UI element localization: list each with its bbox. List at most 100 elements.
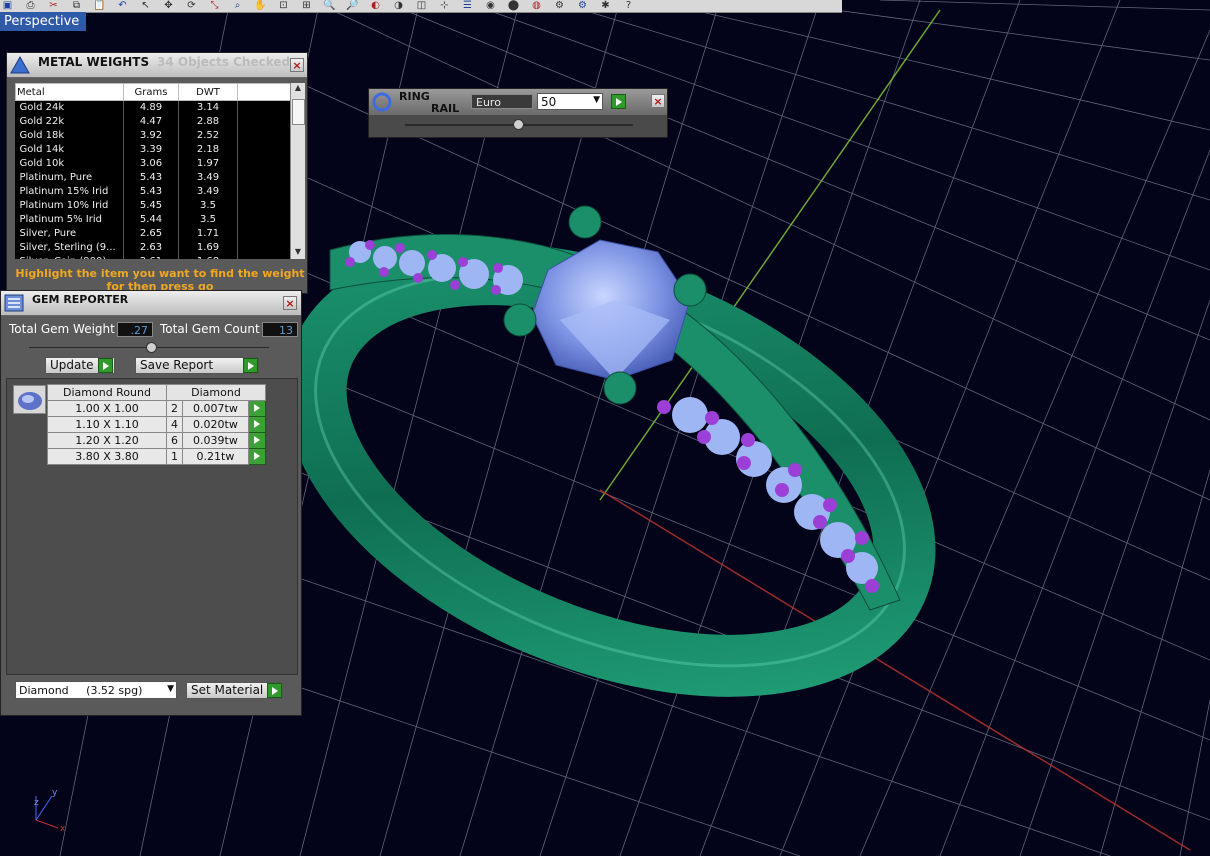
- metal-row[interactable]: Gold 14k 3.39 2.18: [15, 142, 291, 157]
- metal-row[interactable]: Platinum, Pure 5.43 3.49: [15, 170, 291, 185]
- paste-icon[interactable]: 📋: [92, 0, 107, 12]
- column-header-metal[interactable]: Metal: [15, 83, 124, 101]
- sphere-icon[interactable]: ⬤: [506, 0, 521, 12]
- set-material-go-button[interactable]: [267, 683, 282, 698]
- ring-rail-slider[interactable]: [405, 119, 633, 130]
- metal-weights-panel: METAL WEIGHTS 34 Objects Checked × Metal…: [6, 52, 308, 294]
- save-report-button[interactable]: Save Report: [135, 357, 259, 374]
- ring-rail-close-button[interactable]: ×: [651, 94, 665, 108]
- gem-reporter-titlebar[interactable]: GEM REPORTER ×: [1, 291, 301, 316]
- gem-size-cell: 3.80 X 3.80: [47, 448, 167, 465]
- copy-icon[interactable]: ⧉: [69, 0, 84, 12]
- update-go-button[interactable]: [98, 358, 113, 373]
- metal-row[interactable]: Gold 22k 4.47 2.88: [15, 114, 291, 129]
- material-select[interactable]: Diamond (3.52 spg) ▼: [15, 681, 177, 699]
- globe-icon[interactable]: ◍: [529, 0, 544, 12]
- zoom-extents-icon[interactable]: ⊞: [299, 0, 314, 12]
- gem-select-button[interactable]: [248, 416, 266, 433]
- metal-row[interactable]: Silver, Pure 2.65 1.71: [15, 226, 291, 241]
- metal-row[interactable]: Gold 24k 4.89 3.14: [15, 100, 291, 115]
- metal-row[interactable]: Platinum 10% Irid 5.45 3.5: [15, 198, 291, 213]
- undo-icon[interactable]: ↶: [115, 0, 130, 12]
- metal-weights-list[interactable]: Metal Grams DWT Gold 24k 4.89 3.14 Gold 22k…: [15, 83, 305, 259]
- metal-cell-grams: 3.39: [123, 142, 179, 157]
- layer-icon[interactable]: ☰: [460, 0, 475, 12]
- gem-reporter-panel: GEM REPORTER × Total Gem Weight .27 Tota…: [0, 290, 302, 716]
- gem-row[interactable]: 1.20 X 1.20 6 0.039tw: [47, 432, 266, 449]
- save-report-go-button[interactable]: [243, 358, 258, 373]
- metal-cell-dwt: 2.88: [178, 114, 238, 129]
- chevron-down-icon: ▼: [593, 95, 600, 105]
- scroll-up-icon[interactable]: ▲: [291, 83, 305, 95]
- gear-icon[interactable]: ⚙: [552, 0, 567, 12]
- gem-reporter-slider-handle[interactable]: [146, 342, 157, 353]
- zoom-window-icon[interactable]: ⊡: [276, 0, 291, 12]
- cog-icon[interactable]: ⚙: [575, 0, 590, 12]
- gem-select-button[interactable]: [248, 448, 266, 465]
- cut-icon[interactable]: ✂: [46, 0, 61, 12]
- material-icon[interactable]: ◉: [483, 0, 498, 12]
- scroll-thumb[interactable]: [292, 99, 305, 125]
- gem-reporter-close-button[interactable]: ×: [283, 296, 297, 310]
- print-icon[interactable]: ⎙: [23, 0, 38, 12]
- rotate-icon[interactable]: ⟳: [184, 0, 199, 12]
- metal-cell-blank: [237, 156, 291, 171]
- ring-model[interactable]: [259, 196, 961, 743]
- metal-cell-metal: Silver, Coin (900): [15, 254, 124, 259]
- metal-weights-scrollbar[interactable]: ▲ ▼: [290, 83, 305, 259]
- metal-cell-blank: [237, 170, 291, 185]
- metal-cell-dwt: 3.49: [178, 170, 238, 185]
- gem-weight-cell: 0.020tw: [181, 416, 250, 433]
- metal-row[interactable]: Gold 18k 3.92 2.52: [15, 128, 291, 143]
- select-icon[interactable]: ↖: [138, 0, 153, 12]
- metal-row[interactable]: Platinum 5% Irid 5.44 3.5: [15, 212, 291, 227]
- metal-weights-close-button[interactable]: ×: [290, 58, 304, 72]
- ring-size-select[interactable]: 50 ▼: [537, 93, 603, 110]
- metal-row[interactable]: Gold 10k 3.06 1.97: [15, 156, 291, 171]
- shade-icon[interactable]: ◑: [391, 0, 406, 12]
- column-header-dwt[interactable]: DWT: [178, 83, 238, 101]
- metal-cell-metal: Platinum 10% Irid: [15, 198, 124, 213]
- search-icon[interactable]: 🔍: [322, 0, 337, 12]
- gem-row[interactable]: 3.80 X 3.80 1 0.21tw: [47, 448, 266, 465]
- metal-cell-blank: [237, 226, 291, 241]
- metal-weights-titlebar[interactable]: METAL WEIGHTS 34 Objects Checked ×: [7, 53, 307, 78]
- gem-column-shape[interactable]: Diamond Round: [47, 384, 167, 401]
- help-icon[interactable]: ?: [621, 0, 636, 12]
- ring-rail-go-button[interactable]: [611, 94, 626, 109]
- gem-select-button[interactable]: [248, 432, 266, 449]
- plugin-icon[interactable]: ✱: [598, 0, 613, 12]
- save-icon[interactable]: ▣: [0, 0, 15, 12]
- render-icon[interactable]: ◐: [368, 0, 383, 12]
- gem-weight-cell: 0.21tw: [181, 448, 250, 465]
- scroll-down-icon[interactable]: ▼: [291, 247, 305, 259]
- gem-select-button[interactable]: [248, 400, 266, 417]
- zoom-icon[interactable]: ⌕: [230, 0, 245, 12]
- size-system-field[interactable]: Euro: [471, 94, 533, 109]
- ring-rail-header[interactable]: RING RAIL Euro 50 ▼ ×: [369, 89, 667, 115]
- pan-icon[interactable]: ✋: [253, 0, 268, 12]
- column-header-grams[interactable]: Grams: [123, 83, 179, 101]
- slider-handle[interactable]: [513, 119, 524, 130]
- metal-row[interactable]: Platinum 15% Irid 5.43 3.49: [15, 184, 291, 199]
- axis-y-label: y: [52, 788, 58, 798]
- metal-cell-blank: [237, 198, 291, 213]
- wireframe-icon[interactable]: ◫: [414, 0, 429, 12]
- gem-row[interactable]: 1.10 X 1.10 4 0.020tw: [47, 416, 266, 433]
- metal-row[interactable]: Silver, Coin (900)2.611.68: [15, 254, 291, 259]
- column-header-blank: [237, 83, 291, 101]
- ring-rail-panel: RING RAIL Euro 50 ▼ ×: [368, 88, 668, 138]
- scale-icon[interactable]: ⤡: [207, 0, 222, 12]
- chevron-down-icon: ▼: [167, 684, 174, 694]
- move-icon[interactable]: ✥: [161, 0, 176, 12]
- magnifier-icon[interactable]: 🔎: [345, 0, 360, 12]
- metal-row[interactable]: Silver, Sterling (9... 2.63 1.69: [15, 240, 291, 255]
- gem-row[interactable]: 1.00 X 1.00 2 0.007tw: [47, 400, 266, 417]
- gem-column-type[interactable]: Diamond: [166, 384, 266, 401]
- metal-cell-metal: Platinum 5% Irid: [15, 212, 124, 227]
- viewport-label[interactable]: Perspective: [0, 12, 86, 31]
- gem-size-cell: 1.10 X 1.10: [47, 416, 167, 433]
- material-select-value: Diamond (3.52 spg): [19, 684, 143, 697]
- total-gem-count-label: Total Gem Count: [160, 322, 260, 336]
- snap-icon[interactable]: ⊹: [437, 0, 452, 12]
